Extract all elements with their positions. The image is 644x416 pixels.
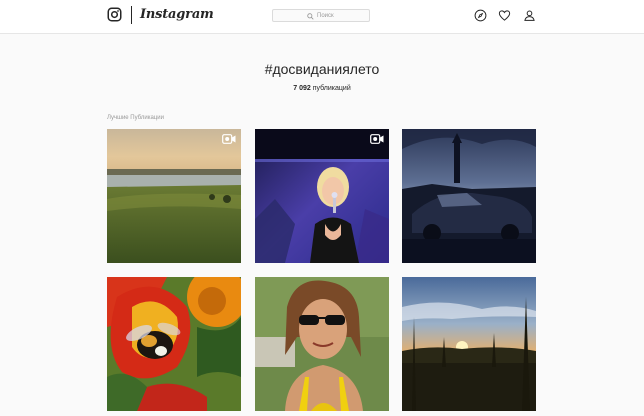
post-count-number: 7 092 — [293, 85, 311, 92]
logo-divider — [131, 6, 132, 24]
search-icon — [307, 12, 314, 20]
heart-activity-icon[interactable] — [498, 9, 511, 22]
hashtag-title: #досвиданиялето — [264, 61, 380, 77]
search-placeholder: Поиск — [317, 13, 334, 19]
post-count-label: публикаций — [312, 85, 351, 92]
search-input[interactable]: Поиск — [272, 9, 370, 22]
instagram-camera-icon[interactable] — [107, 7, 122, 22]
person-profile-icon[interactable] — [523, 9, 536, 22]
top-posts-label: Лучшие Публикации — [107, 115, 164, 121]
post-count: 7 092 публикаций — [0, 84, 644, 93]
compass-explore-icon[interactable] — [474, 9, 487, 22]
top-navigation-bar: Instagram Поиск — [0, 0, 644, 34]
video-camera-icon — [370, 134, 384, 144]
post-thumbnail[interactable] — [402, 129, 536, 263]
post-photo-bee-flower — [107, 277, 241, 411]
post-thumbnail[interactable] — [255, 277, 389, 411]
post-thumbnail[interactable] — [255, 129, 389, 263]
top-posts-grid — [107, 129, 537, 416]
post-thumbnail[interactable] — [107, 129, 241, 263]
post-thumbnail[interactable] — [402, 277, 536, 411]
post-photo-meadow-sunset — [402, 277, 536, 411]
instagram-wordmark[interactable]: Instagram — [140, 6, 214, 24]
video-camera-icon — [222, 134, 236, 144]
post-photo-dark-sky-car — [402, 129, 536, 263]
post-photo-sunset-lake — [107, 129, 241, 263]
post-photo-singer-stage — [255, 129, 389, 263]
search-placeholder-group: Поиск — [307, 11, 334, 21]
post-photo-selfie-sunglasses — [255, 277, 389, 411]
post-thumbnail[interactable] — [107, 277, 241, 411]
